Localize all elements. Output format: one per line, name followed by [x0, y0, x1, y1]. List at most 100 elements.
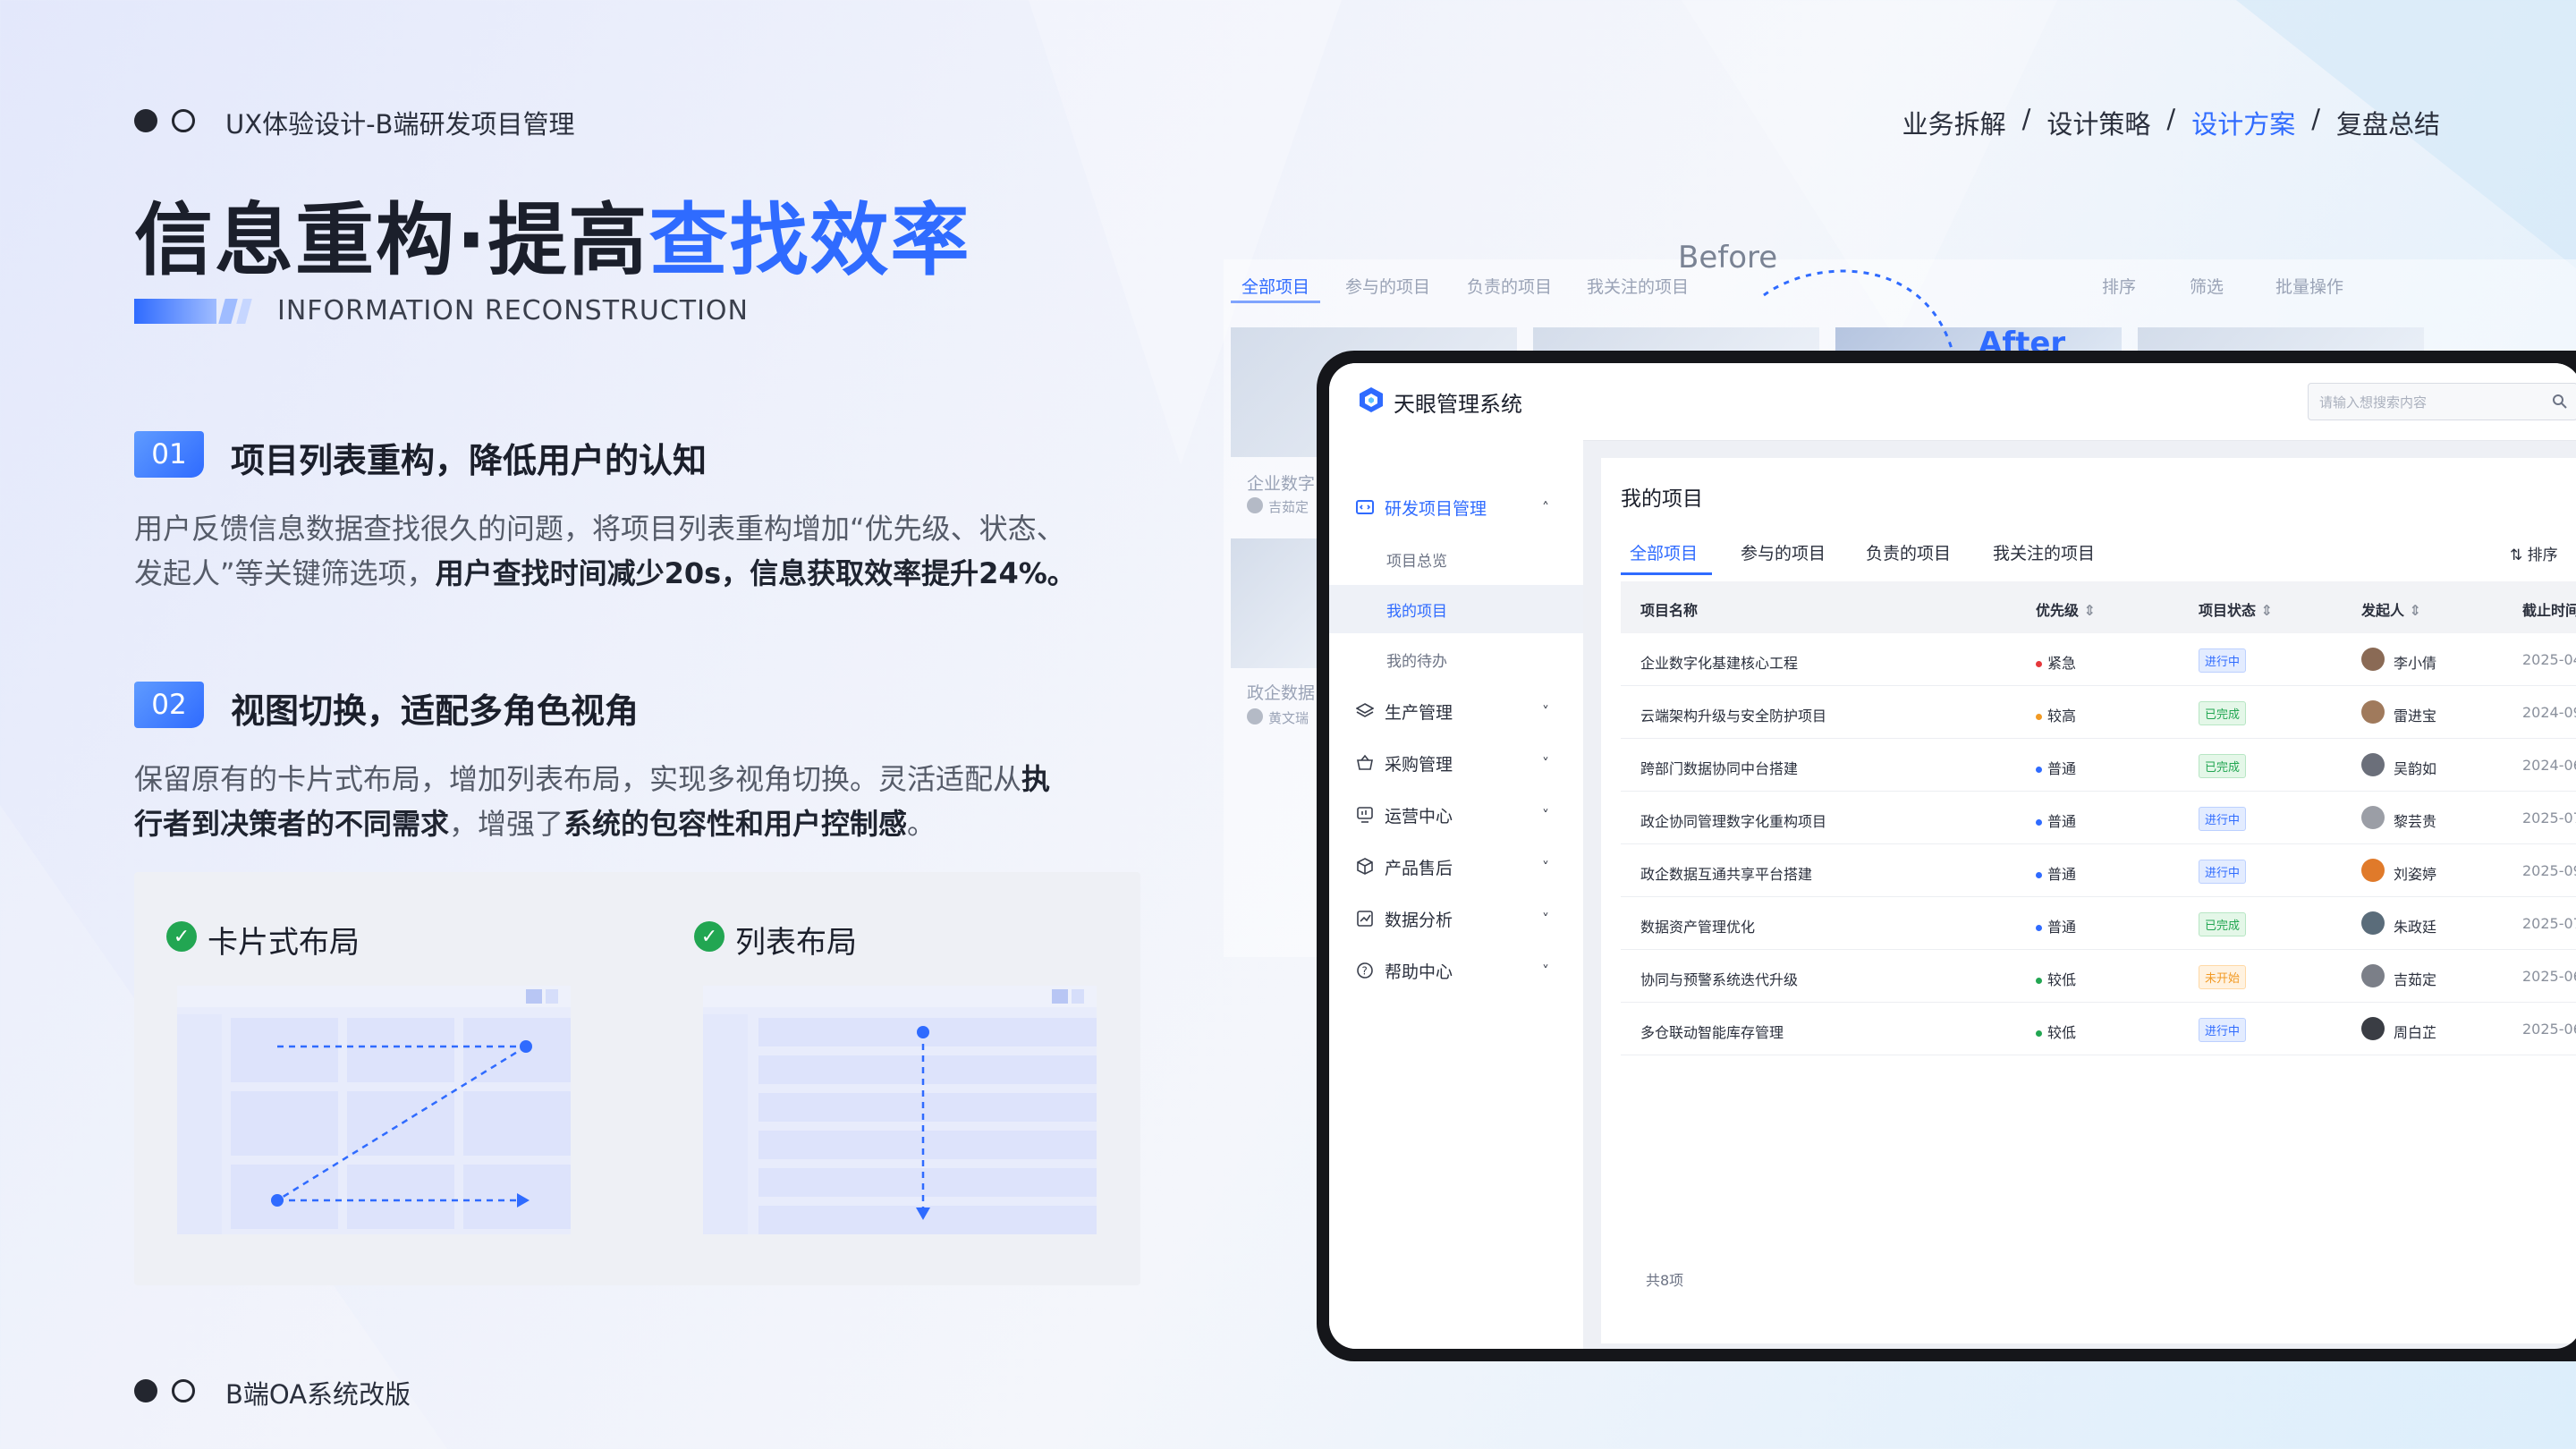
project-name[interactable]: 跨部门数据协同中台搭建	[1640, 757, 1798, 778]
priority-dot	[2036, 1030, 2042, 1037]
owner-name: 黎芸贵	[2394, 813, 2437, 830]
priority-dot	[2036, 714, 2042, 720]
sidebar-subitem-my-projects[interactable]: 我的项目	[1329, 585, 1583, 633]
sidebar-item-rd-projects[interactable]: 研发项目管理 ˄	[1329, 483, 1583, 531]
owner-name: 朱政廷	[2394, 919, 2437, 936]
deadline: 2025-04	[2522, 651, 2576, 668]
owner-name: 雷进宝	[2394, 708, 2437, 724]
tab-all-projects[interactable]: 全部项目	[1630, 540, 1698, 564]
description-emphasis: 系统的包容性和用户控制感	[564, 807, 908, 841]
list-layout-label: 列表布局	[735, 925, 857, 961]
sort-arrows-icon: ⇕	[2079, 602, 2096, 619]
description-text: ，增强了	[449, 807, 564, 841]
total-count: 共8项	[1646, 1272, 1684, 1289]
sidebar-item-analytics[interactable]: 数据分析 ˅	[1329, 894, 1583, 943]
page-title: 信息重构·提高查找效率	[134, 177, 970, 291]
title-stripe	[134, 299, 216, 324]
sidebar-item-purchasing[interactable]: 采购管理 ˅	[1329, 739, 1583, 787]
sort-button[interactable]: ⇅ 排序	[2510, 542, 2558, 564]
search-input[interactable]: 请输入想搜索内容	[2308, 383, 2576, 420]
sidebar-item-after-sales[interactable]: 产品售后 ˅	[1329, 843, 1583, 891]
avatar	[1247, 708, 1263, 724]
status-badge: 进行中	[2199, 807, 2247, 831]
column-header-priority[interactable]: 优先级 ⇕	[2036, 598, 2096, 620]
table-row[interactable]: 政企数据互通共享平台搭建 普通 进行中 刘姿婷 2025-09	[1621, 844, 2576, 897]
nav-separator: /	[2311, 104, 2320, 134]
table-row[interactable]: 云端架构升级与安全防护项目 较高 已完成 雷进宝 2024-09	[1621, 686, 2576, 739]
table-row[interactable]: 跨部门数据协同中台搭建 普通 已完成 吴韵如 2024-06	[1621, 739, 2576, 792]
before-card-owner: 吉茹定	[1268, 499, 1309, 515]
priority-label: 较低	[2047, 1024, 2077, 1041]
tab-followed[interactable]: 我关注的项目	[1993, 540, 2095, 564]
deadline: 2025-06	[2522, 1021, 2576, 1038]
description-text: 保留原有的卡片式布局，增加列表布局，实现多视角切换。灵活适配从	[134, 762, 1022, 796]
app-screen: 天眼管理系统 请输入想搜索内容 研发项目管理 ˄ 项目总览 我的项目 我的待办 …	[1329, 363, 2576, 1349]
status-badge: 未开始	[2199, 965, 2247, 989]
before-tool: 排序	[2102, 277, 2137, 297]
table-row[interactable]: 多仓联动智能库存管理 较低 进行中 周白芷 2025-06	[1621, 1003, 2576, 1055]
deck-subtitle: UX体验设计-B端研发项目管理	[225, 109, 575, 140]
sidebar-item-production[interactable]: 生产管理 ˅	[1329, 687, 1583, 735]
status-badge: 已完成	[2199, 754, 2247, 778]
project-name[interactable]: 企业数字化基建核心工程	[1640, 651, 1798, 673]
description-emphasis: 用户查找时间减少20s，信息获取效率提升24%。	[435, 556, 1076, 590]
priority-cell: 普通	[2036, 809, 2076, 831]
nav-item-business[interactable]: 业务拆解	[1902, 104, 2006, 141]
section-number: 02	[134, 682, 204, 728]
chevron-down-icon: ˅	[1542, 754, 1549, 772]
tab-responsible[interactable]: 负责的项目	[1866, 540, 1951, 564]
sort-icon: ⇅	[2510, 547, 2528, 564]
priority-label: 普通	[2047, 813, 2077, 830]
nav-separator: /	[2021, 104, 2031, 134]
owner-name: 李小倩	[2394, 655, 2437, 672]
project-name[interactable]: 协同与预警系统迭代升级	[1640, 968, 1798, 989]
help-icon: ?	[1357, 962, 1373, 979]
priority-cell: 普通	[2036, 757, 2076, 778]
nav-item-solution[interactable]: 设计方案	[2191, 104, 2295, 141]
project-name[interactable]: 政企数据互通共享平台搭建	[1640, 862, 1812, 884]
sidebar-subitem-overview[interactable]: 项目总览	[1329, 535, 1583, 583]
sidebar-item-label: 生产管理	[1385, 702, 1453, 723]
before-card-title: 企业数字	[1247, 474, 1316, 494]
search-icon[interactable]	[2552, 394, 2568, 410]
project-name[interactable]: 数据资产管理优化	[1640, 915, 1755, 936]
tab-participated[interactable]: 参与的项目	[1741, 540, 1826, 564]
sort-arrows-icon: ⇕	[2404, 602, 2421, 619]
avatar	[2361, 806, 2385, 829]
sort-label: 排序	[2527, 547, 2558, 564]
table-row[interactable]: 数据资产管理优化 普通 已完成 朱政廷 2025-07	[1621, 897, 2576, 950]
decor-dot-ring	[172, 109, 195, 132]
column-header-status[interactable]: 项目状态 ⇕	[2199, 598, 2273, 620]
table-row[interactable]: 企业数字化基建核心工程 紧急 进行中 李小倩 2025-04	[1621, 633, 2576, 686]
sidebar-item-label: 帮助中心	[1385, 962, 1453, 982]
card-layout-label: 卡片式布局	[208, 925, 360, 961]
deadline: 2024-09	[2522, 704, 2576, 721]
column-header-owner[interactable]: 发起人 ⇕	[2361, 598, 2421, 620]
priority-label: 紧急	[2047, 655, 2077, 672]
card-scan-path	[271, 1040, 532, 1208]
column-header-label: 发起人	[2361, 602, 2405, 619]
priority-cell: 普通	[2036, 862, 2076, 884]
project-name[interactable]: 多仓联动智能库存管理	[1640, 1021, 1784, 1042]
table-row[interactable]: 政企协同管理数字化重构项目 普通 进行中 黎芸贵 2025-07	[1621, 792, 2576, 844]
nav-item-review[interactable]: 复盘总结	[2336, 104, 2440, 141]
project-name[interactable]: 云端架构升级与安全防护项目	[1640, 704, 1826, 725]
avatar	[2361, 911, 2385, 935]
sidebar-item-help[interactable]: ? 帮助中心 ˅	[1329, 946, 1583, 995]
status-badge: 进行中	[2199, 1018, 2247, 1042]
table-header	[1621, 581, 2576, 633]
list-scan-path	[916, 1026, 930, 1220]
title-prefix: 信息重构·提高	[134, 194, 649, 286]
sidebar-item-operations[interactable]: 运营中心 ˅	[1329, 791, 1583, 839]
footer-label: B端OA系统改版	[225, 1379, 411, 1410]
section-title: 视图切换，适配多角色视角	[231, 691, 640, 731]
deadline: 2025-06	[2522, 968, 2576, 985]
project-name[interactable]: 政企协同管理数字化重构项目	[1640, 809, 1826, 831]
app-name: 天眼管理系统	[1394, 392, 1522, 417]
table-row[interactable]: 协同与预警系统迭代升级 较低 未开始 吉茹定 2025-06	[1621, 950, 2576, 1003]
avatar	[2361, 859, 2385, 882]
sidebar-subitem-todo[interactable]: 我的待办	[1329, 635, 1583, 683]
section-nav: 业务拆解 / 设计策略 / 设计方案 / 复盘总结	[1902, 104, 2440, 141]
nav-item-strategy[interactable]: 设计策略	[2046, 104, 2150, 141]
before-tab: 负责的项目	[1467, 277, 1553, 297]
